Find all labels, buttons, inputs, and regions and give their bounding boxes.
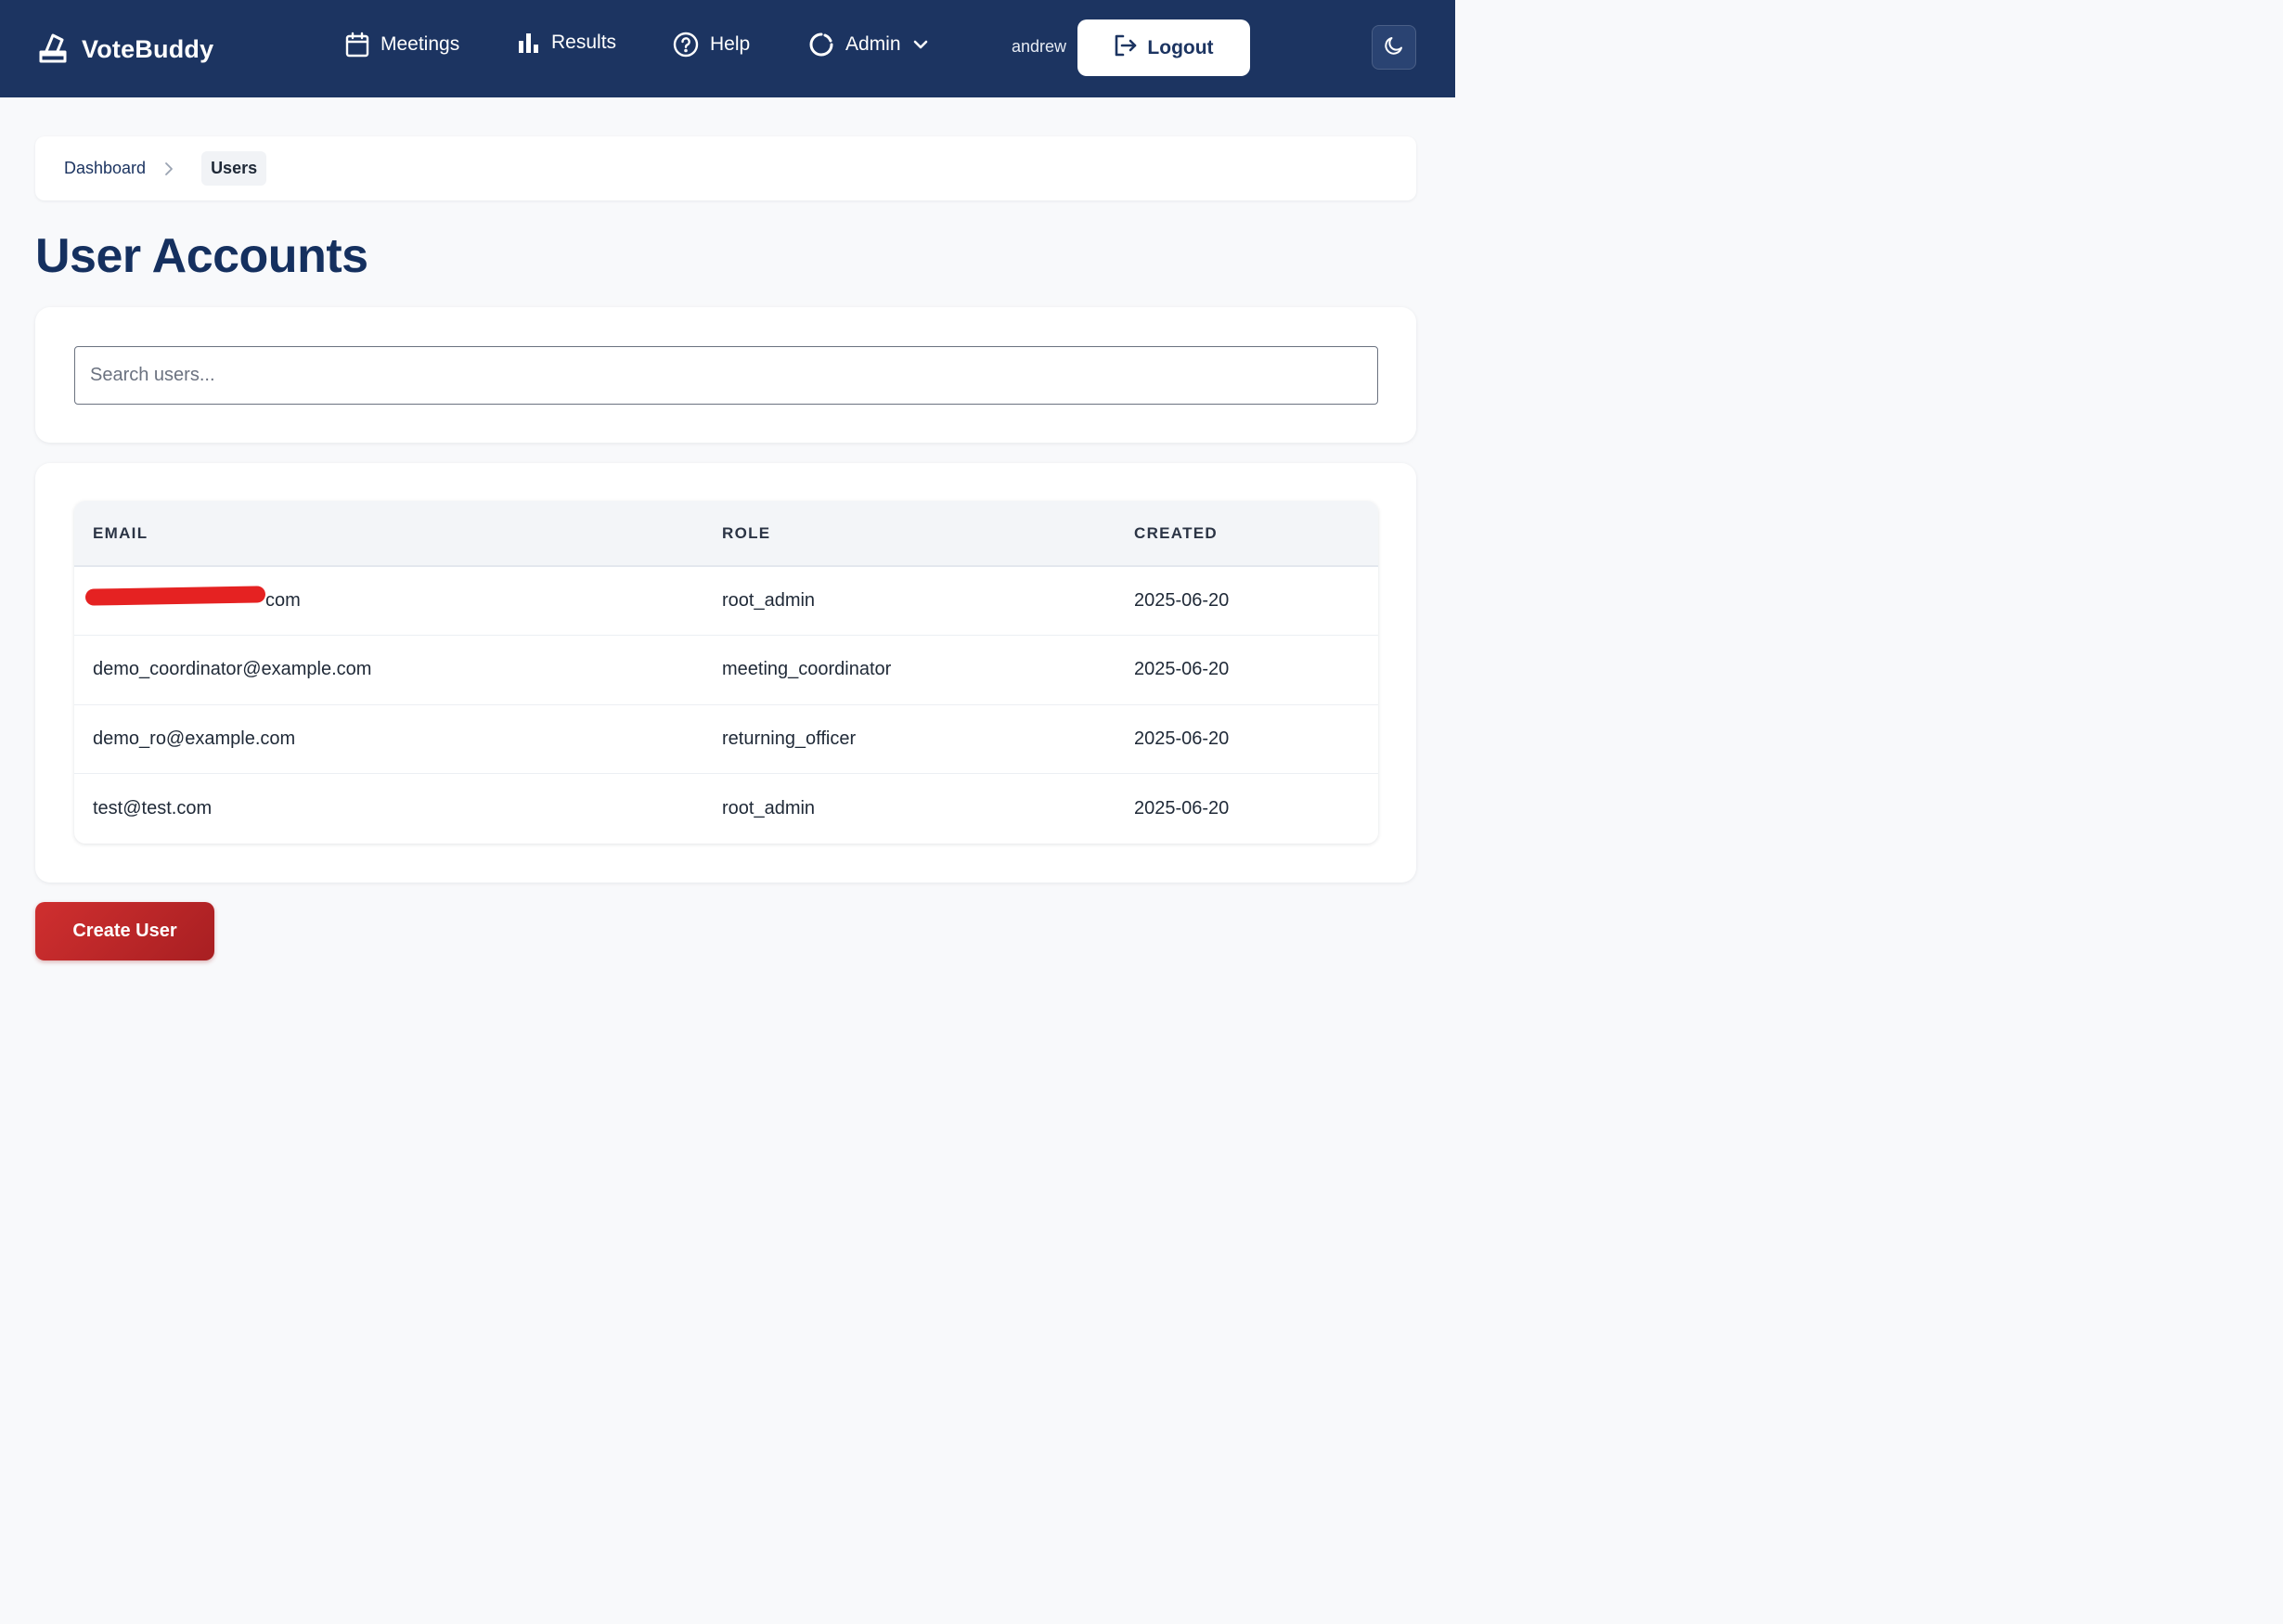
nav-meetings[interactable]: Meetings [345,32,459,58]
user-email: com [265,590,301,611]
chevron-right-icon [164,161,174,176]
logout-icon [1114,33,1138,63]
calendar-icon [345,32,369,58]
user-role: root_admin [722,566,1134,636]
table-row[interactable]: demo_coordinator@example.com meeting_coo… [74,635,1378,705]
nav-results[interactable]: Results [518,32,616,54]
user-created: 2025-06-20 [1134,797,1230,818]
help-circle-icon [673,32,699,58]
nav-results-label: Results [551,32,617,53]
user-created: 2025-06-20 [1134,566,1378,636]
admin-circle-icon [808,32,834,58]
brand[interactable]: VoteBuddy [37,30,213,70]
app-name: VoteBuddy [82,35,214,63]
top-navbar: VoteBuddy Meetings Results Help Admin an… [0,0,1455,97]
user-created: 2025-06-20 [1134,635,1378,705]
user-email-cell: com [74,566,722,636]
column-header-created[interactable]: CREATED [1134,501,1378,567]
chevron-down-icon [912,39,929,50]
moon-icon [1383,34,1405,61]
table-row[interactable]: com root_admin 2025-06-20 [74,566,1378,636]
user-role: returning_officer [722,704,1134,774]
user-email: demo_coordinator@example.com [74,635,722,705]
table-row[interactable]: demo_ro@example.com returning_officer 20… [74,704,1378,774]
bar-chart-icon [518,32,540,54]
user-role: root_admin [722,797,816,818]
search-card [35,307,1416,443]
nav-admin-dropdown[interactable]: Admin [808,32,929,58]
user-created: 2025-06-20 [1134,704,1378,774]
user-role: meeting_coordinator [722,635,1134,705]
user-email: demo_ro@example.com [74,704,722,774]
column-header-email[interactable]: EMAIL [74,501,722,567]
users-table-card: EMAIL ROLE CREATED com root_admin 2025-0… [35,463,1416,883]
table-header-row: EMAIL ROLE CREATED [74,501,1378,567]
breadcrumb: Dashboard Users [35,136,1416,200]
nav-help-label: Help [710,33,751,55]
logout-button[interactable]: Logout [1077,19,1250,76]
table-row[interactable]: test@test.com root_admin 2025-06-20 [74,774,1378,844]
page-title: User Accounts [35,229,368,283]
current-user: andrew [1012,37,1067,56]
create-user-button[interactable]: Create User [35,902,214,960]
redacted-email: com [84,586,301,612]
users-table: EMAIL ROLE CREATED com root_admin 2025-0… [74,501,1378,843]
ballot-box-icon [37,30,69,70]
nav-meetings-label: Meetings [380,33,460,55]
breadcrumb-dashboard[interactable]: Dashboard [64,159,146,178]
search-input[interactable] [74,346,1378,405]
redaction-mark [84,586,266,606]
breadcrumb-users: Users [201,151,267,186]
nav-help[interactable]: Help [673,32,750,58]
theme-toggle-button[interactable] [1372,25,1416,70]
nav-admin-label: Admin [845,33,901,55]
column-header-role[interactable]: ROLE [722,501,1134,567]
user-email: test@test.com [93,797,213,818]
users-table-container: EMAIL ROLE CREATED com root_admin 2025-0… [74,501,1378,844]
logout-label: Logout [1147,36,1214,58]
